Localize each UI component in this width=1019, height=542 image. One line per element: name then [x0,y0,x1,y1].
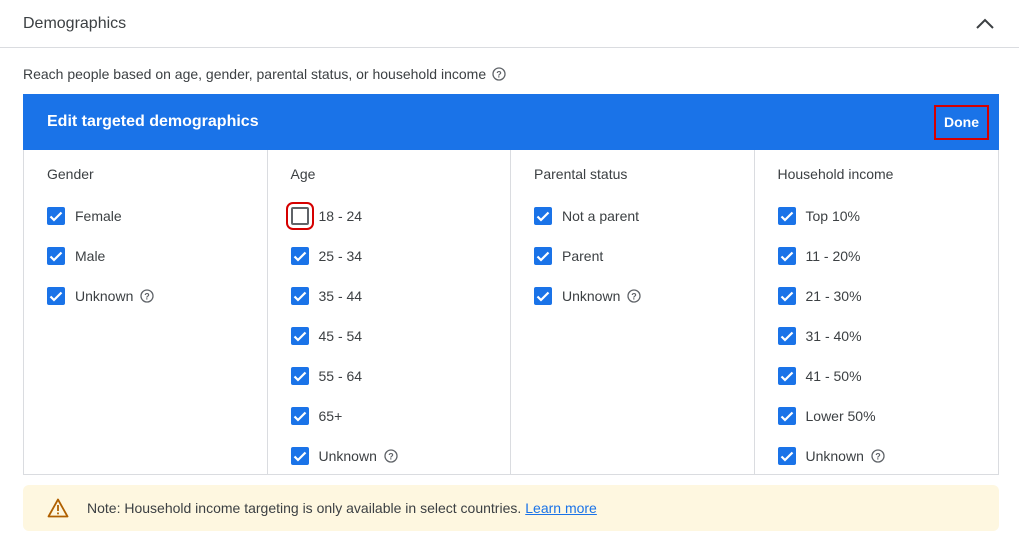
checkbox-checked-icon[interactable] [290,287,309,305]
checkbox-checked-icon[interactable] [47,287,65,305]
option-label: Female [75,208,122,224]
option-label: Unknown [562,288,621,304]
panel-title: Edit targeted demographics [47,113,259,130]
checkbox-checked-icon[interactable] [534,287,552,305]
help-circle-icon[interactable]: ? [626,288,642,304]
income-notice-banner: Note: Household income targeting is only… [23,485,999,531]
help-circle-icon[interactable]: ? [139,288,155,304]
column-household-income: Household income Top 10% 11 - 20% 21 - 30% 3… [755,150,999,474]
checkbox-checked-icon[interactable] [47,207,65,225]
option-age-25-34[interactable]: 25 - 34 [290,236,511,276]
option-gender-unknown[interactable]: Unknown? [47,276,267,316]
column-header: Parental status [534,166,628,182]
column-header: Household income [777,166,894,182]
checkbox-checked-icon[interactable] [777,327,796,345]
option-label: 31 - 40% [805,328,862,344]
help-circle-icon[interactable]: ? [870,448,886,464]
column-gender: Gender Female Male Unknown? [24,150,268,474]
checkbox-checked-icon[interactable] [47,247,65,265]
option-gender-male[interactable]: Male [47,236,267,276]
option-age-unknown[interactable]: Unknown? [290,436,511,476]
checkbox-checked-icon[interactable] [534,207,552,225]
help-circle-icon[interactable]: ? [491,66,507,82]
svg-text:?: ? [388,451,394,461]
checkbox-checked-icon[interactable] [290,407,309,425]
warning-triangle-icon [47,498,69,518]
option-label: 21 - 30% [805,288,862,304]
option-gender-female[interactable]: Female [47,196,267,236]
demographic-columns: Gender Female Male Unknown? Age 18 - 24 25 - 3… [24,150,999,474]
checkbox-checked-icon[interactable] [290,247,309,265]
column-parental-status: Parental status Not a parent Parent Unknown… [511,150,755,474]
option-parental-status-unknown[interactable]: Unknown? [534,276,754,316]
option-label: 55 - 64 [318,368,363,384]
option-household-income-unknown[interactable]: Unknown? [777,436,999,476]
checkbox-checked-icon[interactable] [290,367,309,385]
svg-text:?: ? [145,291,151,301]
column-age: Age 18 - 24 25 - 34 35 - 44 45 - 54 55 - 64 65… [268,150,511,476]
section-description: Reach people based on age, gender, paren… [23,64,507,84]
option-household-income-11-20[interactable]: 11 - 20% [777,236,999,276]
option-label: Lower 50% [805,408,876,424]
option-label: Top 10% [805,208,860,224]
option-label: Unknown [318,448,377,464]
checkbox-checked-icon[interactable] [290,447,309,465]
option-label: 45 - 54 [318,328,363,344]
option-age-45-54[interactable]: 45 - 54 [290,316,511,356]
option-label: Unknown [805,448,864,464]
learn-more-link[interactable]: Learn more [525,500,597,516]
option-parental-status-not-a-parent[interactable]: Not a parent [534,196,754,236]
checkbox-checked-icon[interactable] [777,367,796,385]
checkbox-checked-icon[interactable] [534,247,552,265]
checkbox-checked-icon[interactable] [777,247,796,265]
option-label: 25 - 34 [318,248,363,264]
option-label: Not a parent [562,208,640,224]
chevron-up-icon[interactable] [973,12,997,36]
checkbox-checked-icon[interactable] [777,207,796,225]
section-title: Demographics [23,14,127,32]
panel-header: Edit targeted demographics Done [23,94,999,150]
checkbox-checked-icon[interactable] [777,407,796,425]
option-household-income-top-10[interactable]: Top 10% [777,196,999,236]
checkbox-unchecked-icon[interactable] [285,202,314,230]
done-button[interactable]: Done [934,104,989,140]
notice-text: Note: Household income targeting is only… [87,500,522,516]
checkbox-checked-icon[interactable] [777,287,796,305]
option-household-income-31-40[interactable]: 31 - 40% [777,316,999,356]
description-text: Reach people based on age, gender, paren… [23,66,487,82]
option-age-65[interactable]: 65+ [290,396,511,436]
option-label: 41 - 50% [805,368,862,384]
svg-text:?: ? [632,291,638,301]
option-label: 35 - 44 [318,288,363,304]
option-label: Male [75,248,106,264]
option-label: Unknown [75,288,134,304]
option-household-income-lower-50[interactable]: Lower 50% [777,396,999,436]
column-header: Gender [47,166,94,182]
option-age-35-44[interactable]: 35 - 44 [290,276,511,316]
edit-demographics-panel: Edit targeted demographics Done Gender Fe… [23,94,999,475]
option-label: 18 - 24 [318,208,363,224]
svg-text:?: ? [496,69,502,79]
checkbox-checked-icon[interactable] [777,447,796,465]
svg-text:?: ? [875,451,881,461]
option-household-income-41-50[interactable]: 41 - 50% [777,356,999,396]
option-age-18-24[interactable]: 18 - 24 [285,196,511,236]
option-household-income-21-30[interactable]: 21 - 30% [777,276,999,316]
option-label: 65+ [318,408,343,424]
checkbox-checked-icon[interactable] [290,327,309,345]
demographics-section-header[interactable]: Demographics [0,0,1019,48]
help-circle-icon[interactable]: ? [383,448,399,464]
column-header: Age [290,166,316,182]
option-label: 11 - 20% [805,248,861,264]
option-parental-status-parent[interactable]: Parent [534,236,754,276]
option-label: Parent [562,248,604,264]
option-age-55-64[interactable]: 55 - 64 [290,356,511,396]
